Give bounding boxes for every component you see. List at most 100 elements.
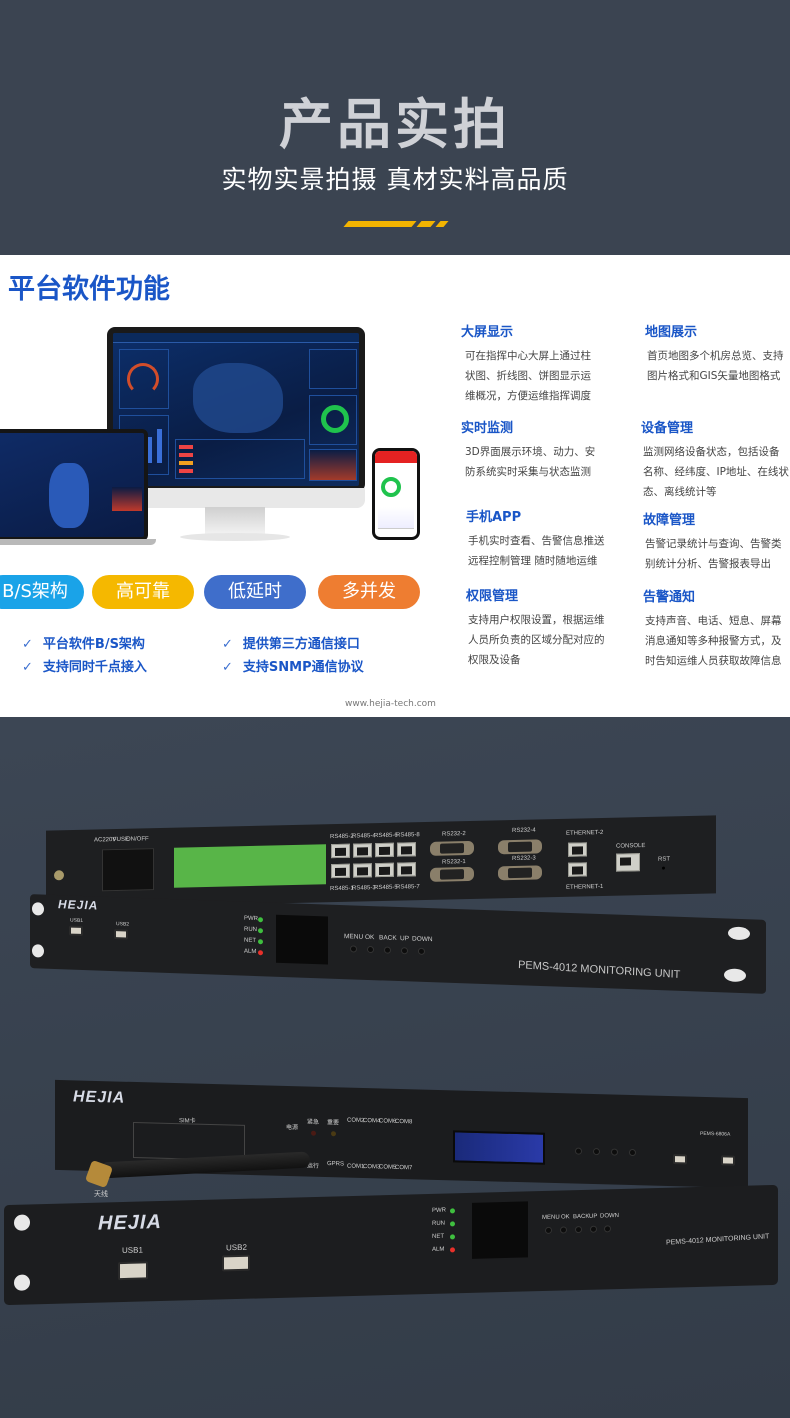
website-url: www.hejia-tech.com	[345, 699, 436, 709]
rs232-port	[430, 840, 474, 856]
rs485-port	[331, 863, 350, 879]
accent-bar	[343, 221, 417, 227]
antenna-label: 天线	[94, 1191, 108, 1198]
usb2-port	[222, 1254, 250, 1272]
model-label: PEMS-4012 MONITORING UNIT	[665, 1233, 770, 1247]
terminal-block	[174, 844, 326, 888]
lcd-display	[453, 1130, 545, 1165]
check-item: ✓ 支持同时千点接入	[22, 660, 147, 675]
dashboard-screen	[113, 333, 359, 486]
phone-image	[372, 448, 420, 540]
header-section: 产品实拍 实物实景拍摄 真材实料高品质	[0, 0, 790, 255]
software-section: 平台软件功能 B/S架构 高可靠 低延时 多并发 ✓ 平台软件B/S架构 ✓ 提…	[0, 255, 790, 717]
model-label: PEMS-6806A	[700, 1130, 731, 1138]
up-button	[593, 1148, 600, 1156]
page-title: 产品实拍	[279, 93, 511, 156]
usb1-port	[118, 1261, 148, 1281]
model-label: PEMS-4012 MONITORING UNIT	[517, 959, 681, 981]
page-subtitle: 实物实景拍摄 真材实料高品质	[221, 165, 569, 194]
important-led	[331, 1131, 336, 1137]
feature-map: 地图展示 首页地图多个机房总览、支持图片格式和GIS矢量地图格式	[645, 325, 784, 382]
pill-low-latency: 低延时	[204, 575, 306, 609]
console-port	[616, 853, 640, 872]
rs232-port	[498, 865, 542, 881]
usb-port	[721, 1155, 735, 1166]
run-led	[258, 928, 263, 934]
feature-device-management: 设备管理 监测网络设备状态，包括设备名称、经纬度、IP地址、在线状态、离线统计等	[641, 421, 789, 498]
rack-hole	[728, 926, 750, 941]
alm-led	[450, 1247, 455, 1253]
brand-logo: HEJIA	[73, 1088, 126, 1107]
pill-high-concurrency: 多并发	[318, 575, 420, 609]
rack-hole	[14, 1274, 30, 1291]
confirm-button	[575, 1147, 582, 1155]
back-button	[629, 1148, 636, 1157]
ok-button	[560, 1226, 567, 1234]
check-icon: ✓	[222, 637, 233, 652]
rs485-port	[353, 843, 372, 858]
section-title: 平台软件功能	[8, 274, 170, 305]
power-socket	[102, 848, 154, 892]
rack-hole	[32, 944, 44, 958]
feature-alarm-notification: 告警通知 支持声音、电话、短息、屏幕消息通知等多种报警方式，及时告知运维人员获取…	[643, 590, 782, 667]
lcd-display	[472, 1201, 528, 1259]
up-button	[590, 1225, 597, 1233]
rack-hole	[724, 968, 746, 983]
back-button	[384, 946, 391, 954]
rs485-port	[397, 842, 416, 857]
feature-mobile-app: 手机APP 手机实时查看、告警信息推送远程控制管理 随时随地运维	[466, 510, 605, 567]
menu-button	[350, 945, 357, 953]
check-icon: ✓	[22, 660, 33, 675]
run-led	[450, 1221, 455, 1227]
ground-screw	[54, 870, 64, 881]
laptop-base	[0, 539, 156, 545]
rs232-port	[498, 839, 542, 855]
check-item: ✓ 提供第三方通信接口	[222, 637, 360, 652]
down-button	[418, 947, 425, 955]
feature-fault-management: 故障管理 告警记录统计与查询、告警类别统计分析、告警报表导出	[643, 513, 782, 570]
brand-logo: HEJIA	[98, 1210, 162, 1235]
check-icon: ✓	[22, 637, 33, 652]
monitor-base	[180, 533, 290, 541]
reset-button	[662, 866, 665, 870]
rack-hole	[14, 1214, 30, 1231]
feature-permission-management: 权限管理 支持用户权限设置，根据运维人员所负责的区域分配对应的权限及设备	[466, 589, 605, 666]
check-item: ✓ 支持SNMP通信协议	[222, 660, 364, 675]
device-front-panel-pems4012-2: HEJIA USB1 USB2 PWR RUN NET ALM MENU OK …	[4, 1184, 778, 1306]
brand-logo: HEJIA	[58, 897, 99, 913]
device-front-panel-pems4012: HEJIA USB1 USB2 PWR RUN NET ALM MENU OK …	[30, 894, 766, 994]
accent-bar	[435, 221, 449, 227]
pill-bs-architecture: B/S架构	[0, 575, 84, 609]
net-led	[450, 1234, 455, 1240]
rack-hole	[32, 902, 44, 916]
pill-high-reliability: 高可靠	[92, 575, 194, 609]
rs485-port	[397, 862, 416, 877]
device-rear-panel: AC220V FUSE ON/OFF RS485-2 RS485-4 RS485…	[46, 815, 716, 909]
pwr-led	[450, 1208, 455, 1214]
down-button	[611, 1148, 618, 1156]
feature-large-screen: 大屏显示 可在指挥中心大屏上通过柱状图、折线图、饼图显示运维概况，方便运维指挥调…	[461, 325, 591, 402]
ok-button	[367, 945, 374, 954]
rs485-port	[331, 843, 350, 859]
ethernet-2-port	[568, 842, 587, 857]
usb-port	[673, 1154, 687, 1165]
down-button	[604, 1225, 611, 1233]
rs485-port	[375, 842, 394, 858]
accent-bar	[416, 221, 436, 227]
alm-led	[258, 950, 263, 956]
ethernet-1-port	[568, 862, 587, 877]
urgent-led	[311, 1130, 316, 1136]
rs232-port	[430, 866, 474, 882]
pwr-led	[258, 917, 263, 923]
rs485-port	[375, 862, 394, 878]
check-item: ✓ 平台软件B/S架构	[22, 637, 145, 652]
laptop-image	[0, 429, 148, 541]
usb1-port	[69, 925, 83, 936]
rs485-port	[353, 863, 372, 878]
lcd-display	[276, 914, 328, 965]
monitor-stand	[205, 507, 265, 535]
back-button	[575, 1225, 582, 1234]
usb2-port	[114, 929, 128, 940]
product-photo-section: AC220V FUSE ON/OFF RS485-2 RS485-4 RS485…	[0, 717, 790, 1418]
check-icon: ✓	[222, 660, 233, 675]
